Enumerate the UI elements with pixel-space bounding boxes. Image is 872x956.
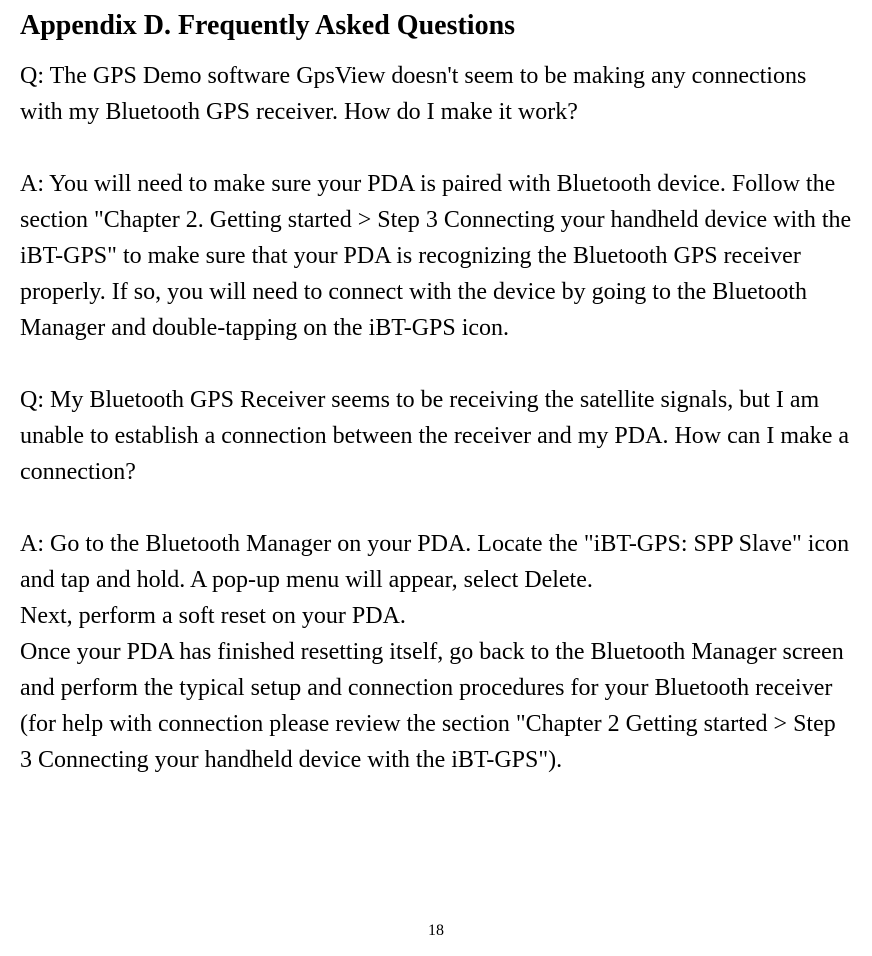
answer-2-part-3: Once your PDA has finished resetting its…: [20, 634, 852, 778]
answer-2-part-1: A: Go to the Bluetooth Manager on your P…: [20, 526, 852, 598]
question-2: Q: My Bluetooth GPS Receiver seems to be…: [20, 382, 852, 490]
answer-2-part-2: Next, perform a soft reset on your PDA.: [20, 598, 852, 634]
question-1: Q: The GPS Demo software GpsView doesn't…: [20, 58, 852, 130]
appendix-heading: Appendix D. Frequently Asked Questions: [20, 10, 852, 42]
faq-content: Q: The GPS Demo software GpsView doesn't…: [20, 58, 852, 778]
page-number: 18: [0, 922, 872, 940]
answer-1: A: You will need to make sure your PDA i…: [20, 166, 852, 346]
